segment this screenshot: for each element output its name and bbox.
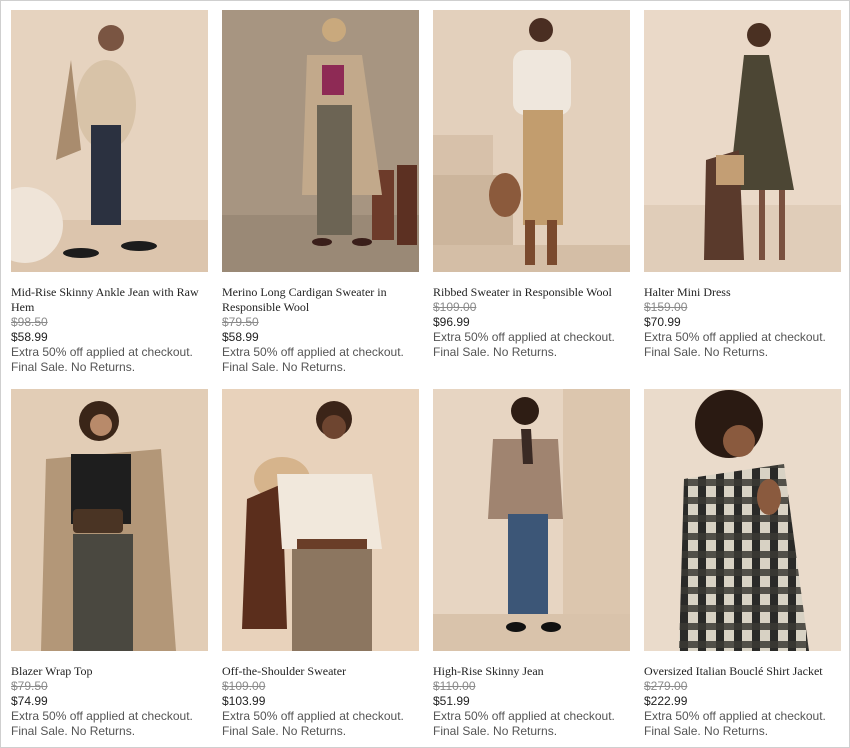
final-sale-text: Final Sale. No Returns. xyxy=(644,345,769,359)
product-image[interactable] xyxy=(644,10,841,272)
sale-price: $74.99 xyxy=(11,694,48,708)
original-price: $109.00 xyxy=(433,300,477,314)
product-name[interactable]: Off-the-Shoulder Sweater xyxy=(222,664,419,679)
original-price: $98.50 xyxy=(11,315,48,329)
original-price: $159.00 xyxy=(644,300,688,314)
promo-text: Extra 50% off applied at checkout. xyxy=(433,709,615,723)
product-card[interactable]: Merino Long Cardigan Sweater in Responsi… xyxy=(222,10,419,375)
sale-price: $96.99 xyxy=(433,315,470,329)
product-card[interactable]: Blazer Wrap Top $79.50 $74.99 Extra 50% … xyxy=(11,389,208,739)
product-name[interactable]: Halter Mini Dress xyxy=(644,285,841,300)
product-image[interactable] xyxy=(222,10,419,272)
sale-price: $58.99 xyxy=(222,330,259,344)
sale-price: $51.99 xyxy=(433,694,470,708)
product-card[interactable]: High-Rise Skinny Jean $110.00 $51.99 Ext… xyxy=(433,389,630,739)
product-card[interactable]: Off-the-Shoulder Sweater $109.00 $103.99… xyxy=(222,389,419,739)
original-price: $79.50 xyxy=(11,679,48,693)
product-name[interactable]: Oversized Italian Bouclé Shirt Jacket xyxy=(644,664,841,679)
product-image[interactable] xyxy=(433,389,630,651)
original-price: $279.00 xyxy=(644,679,688,693)
promo-text: Extra 50% off applied at checkout. xyxy=(433,330,615,344)
product-card[interactable]: Oversized Italian Bouclé Shirt Jacket $2… xyxy=(644,389,841,739)
product-image[interactable] xyxy=(644,389,841,651)
final-sale-text: Final Sale. No Returns. xyxy=(433,345,558,359)
product-card[interactable]: Ribbed Sweater in Responsible Wool $109.… xyxy=(433,10,630,360)
final-sale-text: Final Sale. No Returns. xyxy=(11,360,136,374)
product-card[interactable]: Halter Mini Dress $159.00 $70.99 Extra 5… xyxy=(644,10,841,360)
final-sale-text: Final Sale. No Returns. xyxy=(433,724,558,738)
promo-text: Extra 50% off applied at checkout. xyxy=(222,345,404,359)
promo-text: Extra 50% off applied at checkout. xyxy=(644,330,826,344)
product-name[interactable]: Ribbed Sweater in Responsible Wool xyxy=(433,285,630,300)
product-name[interactable]: Blazer Wrap Top xyxy=(11,664,208,679)
final-sale-text: Final Sale. No Returns. xyxy=(222,360,347,374)
original-price: $79.50 xyxy=(222,315,259,329)
product-image[interactable] xyxy=(11,389,208,651)
final-sale-text: Final Sale. No Returns. xyxy=(644,724,769,738)
promo-text: Extra 50% off applied at checkout. xyxy=(11,345,193,359)
product-card[interactable]: Mid-Rise Skinny Ankle Jean with Raw Hem … xyxy=(11,10,208,375)
product-name[interactable]: Merino Long Cardigan Sweater in Responsi… xyxy=(222,285,419,315)
promo-text: Extra 50% off applied at checkout. xyxy=(222,709,404,723)
sale-price: $222.99 xyxy=(644,694,688,708)
product-name[interactable]: Mid-Rise Skinny Ankle Jean with Raw Hem xyxy=(11,285,208,315)
product-name[interactable]: High-Rise Skinny Jean xyxy=(433,664,630,679)
product-image[interactable] xyxy=(433,10,630,272)
final-sale-text: Final Sale. No Returns. xyxy=(222,724,347,738)
original-price: $110.00 xyxy=(433,679,476,693)
promo-text: Extra 50% off applied at checkout. xyxy=(644,709,826,723)
product-image[interactable] xyxy=(11,10,208,272)
original-price: $109.00 xyxy=(222,679,266,693)
product-image[interactable] xyxy=(222,389,419,651)
sale-price: $70.99 xyxy=(644,315,681,329)
sale-price: $103.99 xyxy=(222,694,266,708)
promo-text: Extra 50% off applied at checkout. xyxy=(11,709,193,723)
final-sale-text: Final Sale. No Returns. xyxy=(11,724,136,738)
sale-price: $58.99 xyxy=(11,330,48,344)
